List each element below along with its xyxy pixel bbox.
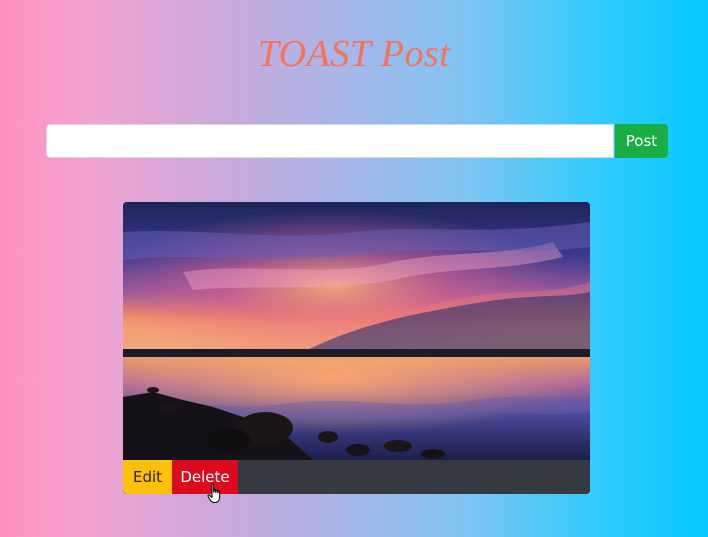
post-button[interactable]: Post <box>615 124 668 158</box>
post-card-footer: Edit Delete <box>123 460 590 494</box>
page-title: TOAST Post <box>257 33 451 75</box>
post-card: Edit Delete <box>123 202 590 494</box>
post-text-input[interactable] <box>46 124 614 158</box>
post-image <box>123 202 590 460</box>
edit-button[interactable]: Edit <box>123 460 172 494</box>
delete-button[interactable]: Delete <box>172 460 238 494</box>
